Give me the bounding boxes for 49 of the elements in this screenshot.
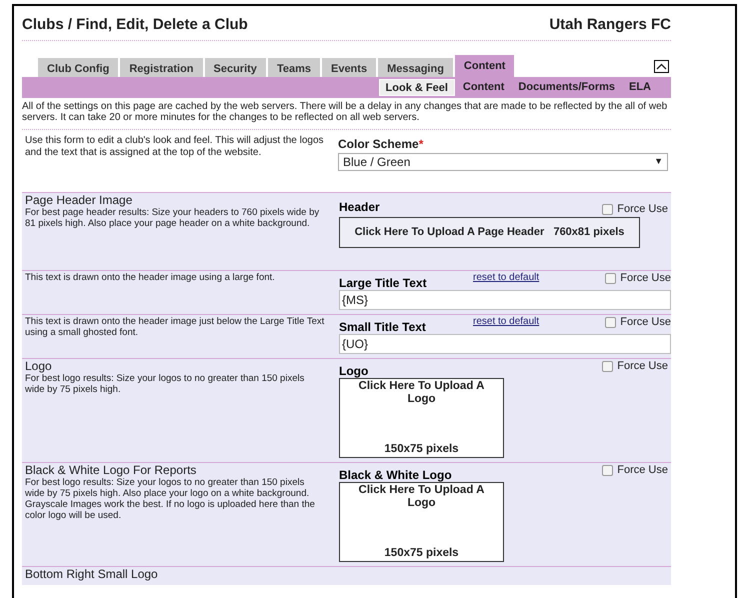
tab[interactable]: Registration [120, 58, 203, 76]
row-title: Bottom Right Small Logo [25, 568, 159, 580]
subtab[interactable]: Look & Feel [378, 78, 455, 96]
color-scheme-select[interactable]: Blue / Green ▼ [338, 152, 668, 170]
upload-logo-button[interactable]: Click Here To Upload A Logo 150x75 pixels [339, 378, 504, 458]
row-title: Logo [25, 360, 53, 372]
tab[interactable]: Events [322, 58, 376, 76]
collapse-icon[interactable] [654, 60, 669, 72]
form-intro: Use this form to edit a club's look and feel. This will adjust the logos and the text that is assigned at the top of the website. [25, 134, 324, 160]
tab[interactable]: Teams [268, 58, 320, 76]
subtab[interactable]: Documents/Forms [512, 78, 621, 96]
row-description: For best page header results: Size your headers to 760 pixels wide by 81 pixels high. Also place your page header on a white background. [25, 206, 320, 228]
field-label: Black & White Logo [339, 468, 452, 482]
row-title: Page Header Image [25, 194, 134, 206]
row-title: Black & White Logo For Reports [25, 464, 198, 476]
checkbox[interactable] [602, 464, 614, 476]
field-label: Small Title Text [339, 320, 427, 334]
page-title: Clubs / Find, Edit, Delete a Club [22, 15, 248, 35]
row-description: This text is drawn onto the header image just below the Large Title Text using a small ghosted font. [25, 316, 325, 338]
tab[interactable]: Messaging [378, 58, 453, 76]
force-use-label: Force Use [617, 202, 668, 216]
club-name: Utah Rangers FC [549, 15, 671, 35]
checkbox[interactable] [605, 316, 616, 328]
force-use-label: Force Use [620, 316, 671, 328]
text-field[interactable]: {UO} [339, 334, 671, 354]
row-description: For best logo results: Size your logos to no greater than 150 pixels wide by 75 pixels high. Also place your logo on a white background. Grayscale Images work the best. If no logo is uploaded here than the color logo will be used. [25, 476, 316, 520]
row-description: This text is drawn onto the header image using a large font. [25, 272, 276, 282]
reset-link[interactable]: reset to default [473, 316, 540, 328]
force-use-label: Force Use [617, 360, 668, 372]
force-use-label: Force Use [620, 272, 671, 284]
checkbox[interactable] [605, 272, 616, 284]
color-scheme-label: Color Scheme* [338, 136, 424, 152]
tab[interactable]: Content [454, 54, 514, 76]
subtab[interactable]: Content [456, 78, 510, 96]
field-label: Logo [339, 364, 368, 378]
upload-header-button[interactable]: Click Here To Upload A Page Header 760x81 pixels [339, 216, 640, 248]
field-label: Header [339, 198, 380, 216]
upload-logo-button[interactable]: Click Here To Upload A Logo 150x75 pixels [339, 482, 504, 562]
reset-link[interactable]: reset to default [473, 272, 540, 284]
text-field[interactable]: {MS} [339, 290, 671, 310]
cache-notice: All of the settings on this page are cached by the web servers. There will be a delay in any changes that are made to be reflected by the all of web servers. It can take 20 or more minutes for the changes to be reflected on all web servers. [22, 100, 671, 130]
checkbox[interactable] [602, 204, 614, 214]
tab[interactable]: Security [204, 58, 266, 76]
tab[interactable]: Club Config [38, 58, 118, 76]
subtab[interactable]: ELA [623, 78, 657, 96]
force-use-label: Force Use [617, 464, 668, 476]
checkbox[interactable] [602, 360, 614, 372]
field-label: Large Title Text [339, 276, 428, 290]
row-description: For best logo results: Size your logos to no greater than 150 pixels wide by 75 pixels high. [25, 372, 306, 394]
